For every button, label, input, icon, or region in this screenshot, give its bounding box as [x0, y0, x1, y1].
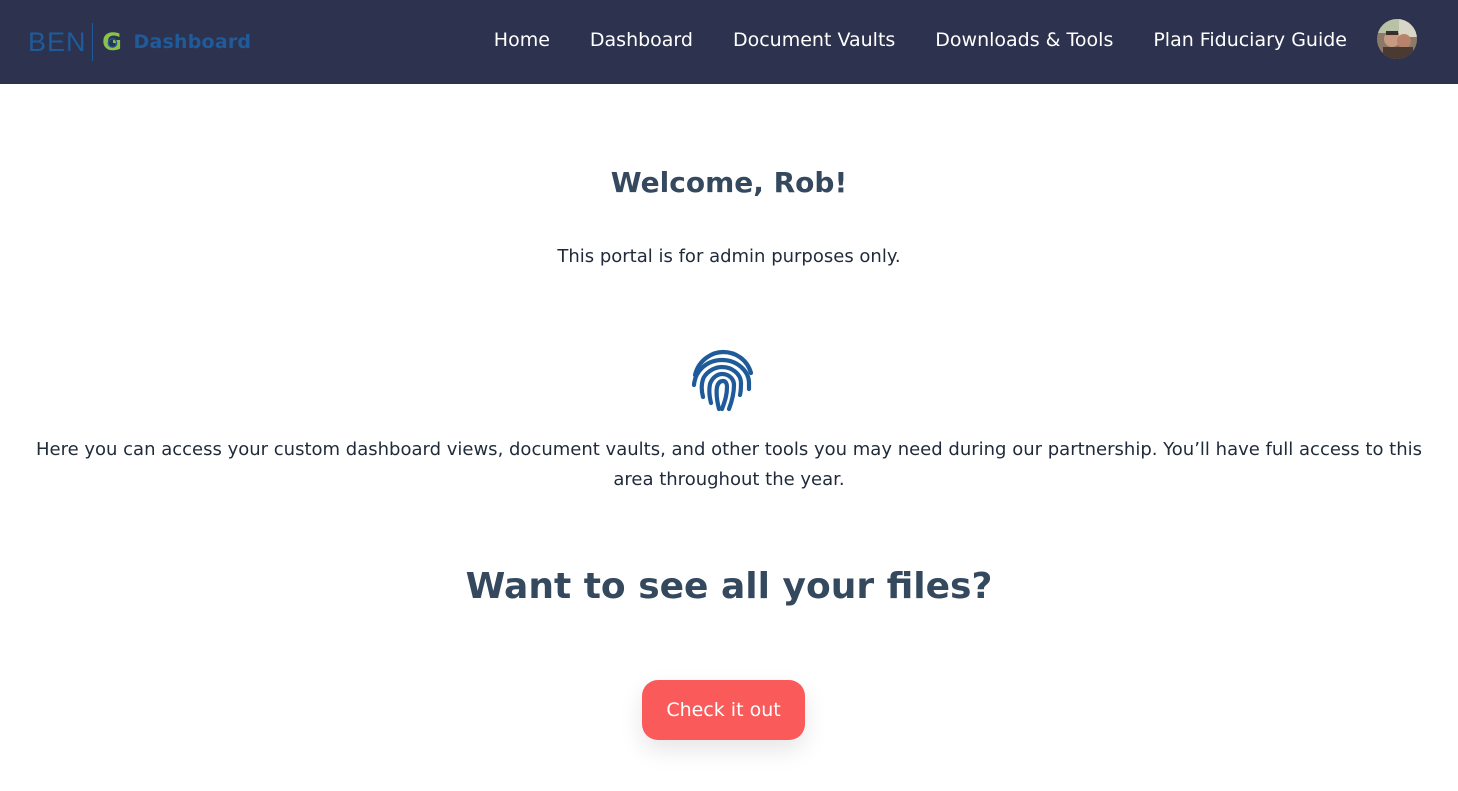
files-cta-heading: Want to see all your files?: [465, 566, 993, 607]
nav-plan-fiduciary-guide[interactable]: Plan Fiduciary Guide: [1153, 29, 1347, 51]
svg-text:G: G: [102, 29, 122, 55]
logo-g-icon: G: [102, 29, 122, 55]
top-navigation-bar: BEN G Dashboard Home Dashboard Document …: [0, 0, 1458, 84]
logo-ben-text: BEN: [28, 26, 87, 57]
logo-divider: [91, 23, 93, 61]
welcome-heading: Welcome, Rob!: [610, 166, 848, 199]
brand-logo[interactable]: BEN G Dashboard: [28, 22, 251, 62]
avatar-photo-icon: [1377, 19, 1417, 59]
nav-downloads-tools[interactable]: Downloads & Tools: [935, 29, 1113, 51]
user-avatar[interactable]: [1377, 19, 1417, 59]
check-it-out-button[interactable]: Check it out: [642, 680, 805, 740]
nav-document-vaults[interactable]: Document Vaults: [733, 29, 895, 51]
fingerprint-icon: [691, 349, 754, 412]
portal-description: Here you can access your custom dashboar…: [35, 439, 1423, 490]
logo-dashboard-text: Dashboard: [133, 31, 252, 53]
nav-home[interactable]: Home: [494, 29, 550, 51]
portal-subtitle: This portal is for admin purposes only.: [557, 246, 901, 267]
nav-dashboard[interactable]: Dashboard: [590, 29, 693, 51]
main-nav: Home Dashboard Document Vaults Downloads…: [494, 0, 1347, 80]
